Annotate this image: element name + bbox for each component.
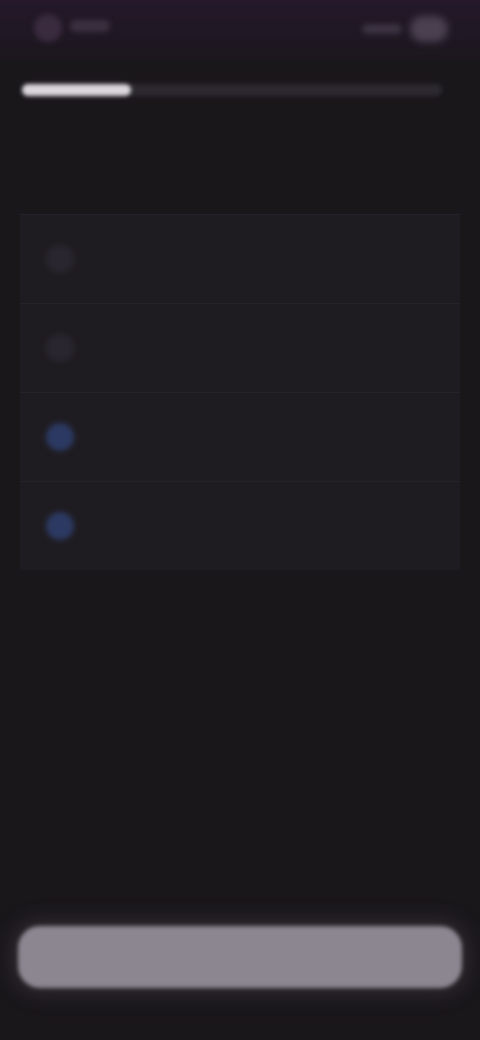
option-item-1[interactable] [20,214,460,303]
progress-bar [22,84,442,96]
radio-icon[interactable] [46,512,74,540]
radio-icon[interactable] [46,423,74,451]
status-signal-icon [362,24,402,34]
continue-button[interactable] [18,926,462,988]
status-battery-icon [410,16,448,42]
status-app-icon [34,14,62,42]
progress-fill [22,84,132,96]
option-item-2[interactable] [20,303,460,392]
status-time [70,20,110,32]
option-item-4[interactable] [20,481,460,570]
option-item-3[interactable] [20,392,460,481]
radio-icon[interactable] [46,245,74,273]
status-bar [0,0,480,60]
options-list [20,214,460,570]
radio-icon[interactable] [46,334,74,362]
